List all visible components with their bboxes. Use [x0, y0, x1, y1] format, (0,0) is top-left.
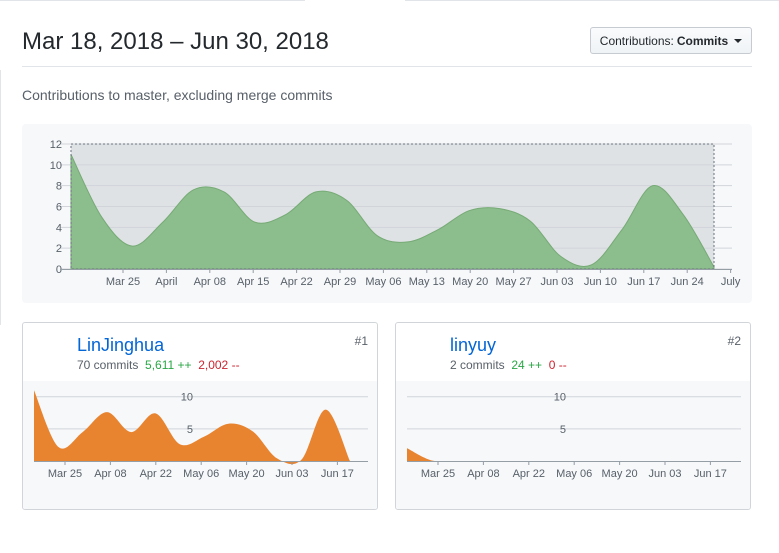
deletions-count: 2,002 -- [198, 358, 240, 372]
contributor-name-link[interactable]: LinJinghua [77, 335, 164, 356]
tab-strip-border [0, 0, 779, 3]
contributor-chart-svg: 5 10 Mar 25 Apr 08 Apr 22 May 06 May 20 Jun 03 J… [407, 392, 741, 480]
x-tick-label: April [155, 276, 177, 288]
left-border [0, 70, 1, 325]
additions-count: 5,611 ++ [145, 358, 192, 372]
x-tick-label: Jun 03 [275, 468, 308, 480]
x-tick-label: Jun 24 [671, 276, 704, 288]
x-tick-label: May 06 [556, 468, 592, 480]
x-tick-label: May 06 [365, 276, 401, 288]
subtitle: Contributions to master, excluding merge… [22, 87, 333, 103]
additions-count: 24 ++ [511, 358, 543, 372]
contributor-stats: 2 commits 24 ++ 0 -- [450, 358, 567, 372]
x-tick-label: May 06 [183, 468, 219, 480]
x-tick-label: May 27 [496, 276, 532, 288]
y-tick-label: 4 [56, 222, 62, 234]
contributor-card: linyuy 2 commits 24 ++ 0 -- #2 5 10 Mar 25… [395, 322, 751, 510]
x-tick-label: Jun 03 [540, 276, 573, 288]
x-tick-label: Apr 22 [513, 468, 545, 480]
x-tick-label: Mar 25 [48, 468, 82, 480]
commits-over-time-chart[interactable]: 0 2 4 6 8 10 12 Mar 25 April Apr 08 Apr 15 Apr 22 Ap… [22, 124, 752, 303]
x-tick-label: Apr 08 [467, 468, 499, 480]
contributor-card-header: linyuy 2 commits 24 ++ 0 -- #2 [396, 323, 750, 381]
contributor-stats: 70 commits 5,611 ++ 2,002 -- [77, 358, 240, 372]
main-chart-svg: 024681012Mar 25 April Apr 08 Apr 15 Apr 22 Ap… [50, 139, 741, 288]
x-tick-label: Jun 10 [584, 276, 617, 288]
x-tick-label: Mar 25 [421, 468, 455, 480]
contributor-card-header: LinJinghua 70 commits 5,611 ++ 2,002 -- … [23, 323, 377, 381]
contributor-chart[interactable]: 5 10 Mar 25 Apr 08 Apr 22 May 06 May 20 Jun 03 J… [396, 381, 750, 509]
contributor-chart[interactable]: 5 10 Mar 25 Apr 08 Apr 22 May 06 May 20 Jun 03 J… [23, 381, 377, 509]
title-divider [22, 66, 752, 67]
commit-count: 2 commits [450, 358, 505, 372]
y-tick-label: 10 [554, 392, 566, 404]
x-tick-label: Apr 08 [194, 276, 226, 288]
contributions-label: Contributions: [599, 33, 674, 48]
x-tick-label: Apr 15 [237, 276, 269, 288]
x-tick-label: Apr 22 [140, 468, 172, 480]
y-tick-label: 2 [56, 243, 62, 255]
x-tick-label: May 20 [602, 468, 638, 480]
deletions-count: 0 -- [548, 358, 567, 372]
y-tick-label: 5 [560, 424, 566, 436]
contributor-area [407, 448, 723, 462]
x-tick-label: Mar 25 [106, 276, 140, 288]
x-tick-label: Jun 17 [694, 468, 727, 480]
contributions-value: Commits [676, 33, 729, 48]
contributions-type-dropdown[interactable]: Contributions: Commits [590, 27, 752, 54]
x-tick-label: Jun 17 [321, 468, 354, 480]
y-tick-label: 12 [50, 139, 62, 151]
page-title: Mar 18, 2018 – Jun 30, 2018 [22, 28, 329, 55]
contributor-rank: #1 [354, 334, 368, 348]
y-tick-label: 10 [181, 392, 193, 404]
contributor-card: LinJinghua 70 commits 5,611 ++ 2,002 -- … [22, 322, 378, 510]
caret-down-icon [734, 39, 743, 43]
contributor-chart-svg: 5 10 Mar 25 Apr 08 Apr 22 May 06 May 20 Jun 03 J… [34, 390, 368, 480]
x-tick-label: Jun 17 [627, 276, 660, 288]
contributor-rank: #2 [727, 334, 741, 348]
x-tick-label: May 20 [452, 276, 488, 288]
y-tick-label: 10 [50, 160, 62, 172]
x-tick-label: May 20 [229, 468, 265, 480]
y-tick-label: 6 [56, 202, 62, 214]
x-tick-label: July [721, 276, 741, 288]
x-tick-label: Apr 22 [280, 276, 312, 288]
y-tick-label: 8 [56, 181, 62, 193]
x-tick-label: Apr 29 [324, 276, 356, 288]
x-tick-label: Jun 03 [648, 468, 681, 480]
commit-count: 70 commits [77, 358, 139, 372]
x-tick-label: Apr 08 [94, 468, 126, 480]
y-tick-label: 5 [187, 424, 193, 436]
contributor-name-link[interactable]: linyuy [450, 335, 496, 356]
x-tick-label: May 13 [409, 276, 445, 288]
